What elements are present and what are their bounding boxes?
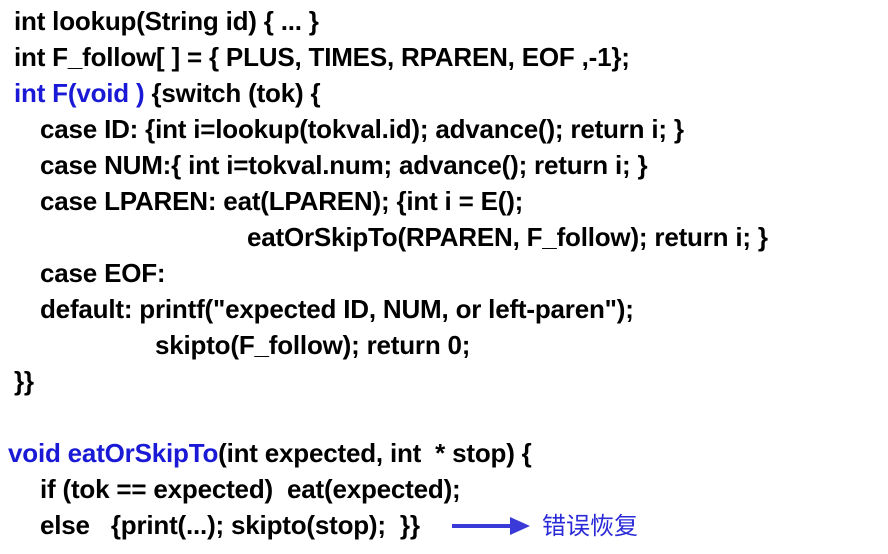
code-slide: int lookup(String id) { ... } int F_foll… [0,0,888,554]
code-line-follow-array: int F_follow[ ] = { PLUS, TIMES, RPAREN,… [14,42,630,72]
code-line-eatOrSkipTo-signature: void eatOrSkipTo(int expected, int * sto… [8,435,532,471]
code-line-else-branch: else {print(...); skipto(stop); }} [40,510,420,540]
code-line-F-signature: int F(void ) {switch (tok) { [14,75,321,111]
function-F-signature: int F(void ) [14,78,145,108]
code-line-case-id: case ID: {int i=lookup(tokval.id); advan… [40,114,684,144]
code-line-lookup-decl: int lookup(String id) { ... } [14,6,319,36]
function-eatOrSkipTo-name: void eatOrSkipTo [8,438,219,468]
code-line-case-eof: case EOF: [40,258,166,288]
switch-header: {switch (tok) { [144,78,321,108]
code-line-case-lparen: case LPAREN: eat(LPAREN); {int i = E(); [40,186,524,216]
code-line-close-braces: }} [14,366,34,396]
code-line-skipto-return: skipto(F_follow); return 0; [155,330,471,360]
eatOrSkipTo-params: (int expected, int * stop) { [218,438,532,468]
arrow-right-icon [452,517,530,535]
code-line-if-expected: if (tok == expected) eat(expected); [40,474,461,504]
code-line-eat-or-skip-call: eatOrSkipTo(RPAREN, F_follow); return i;… [247,222,768,252]
code-line-case-num: case NUM:{ int i=tokval.num; advance(); … [40,150,648,180]
error-recovery-label: 错误恢复 [542,512,638,540]
code-line-default: default: printf("expected ID, NUM, or le… [40,294,634,324]
